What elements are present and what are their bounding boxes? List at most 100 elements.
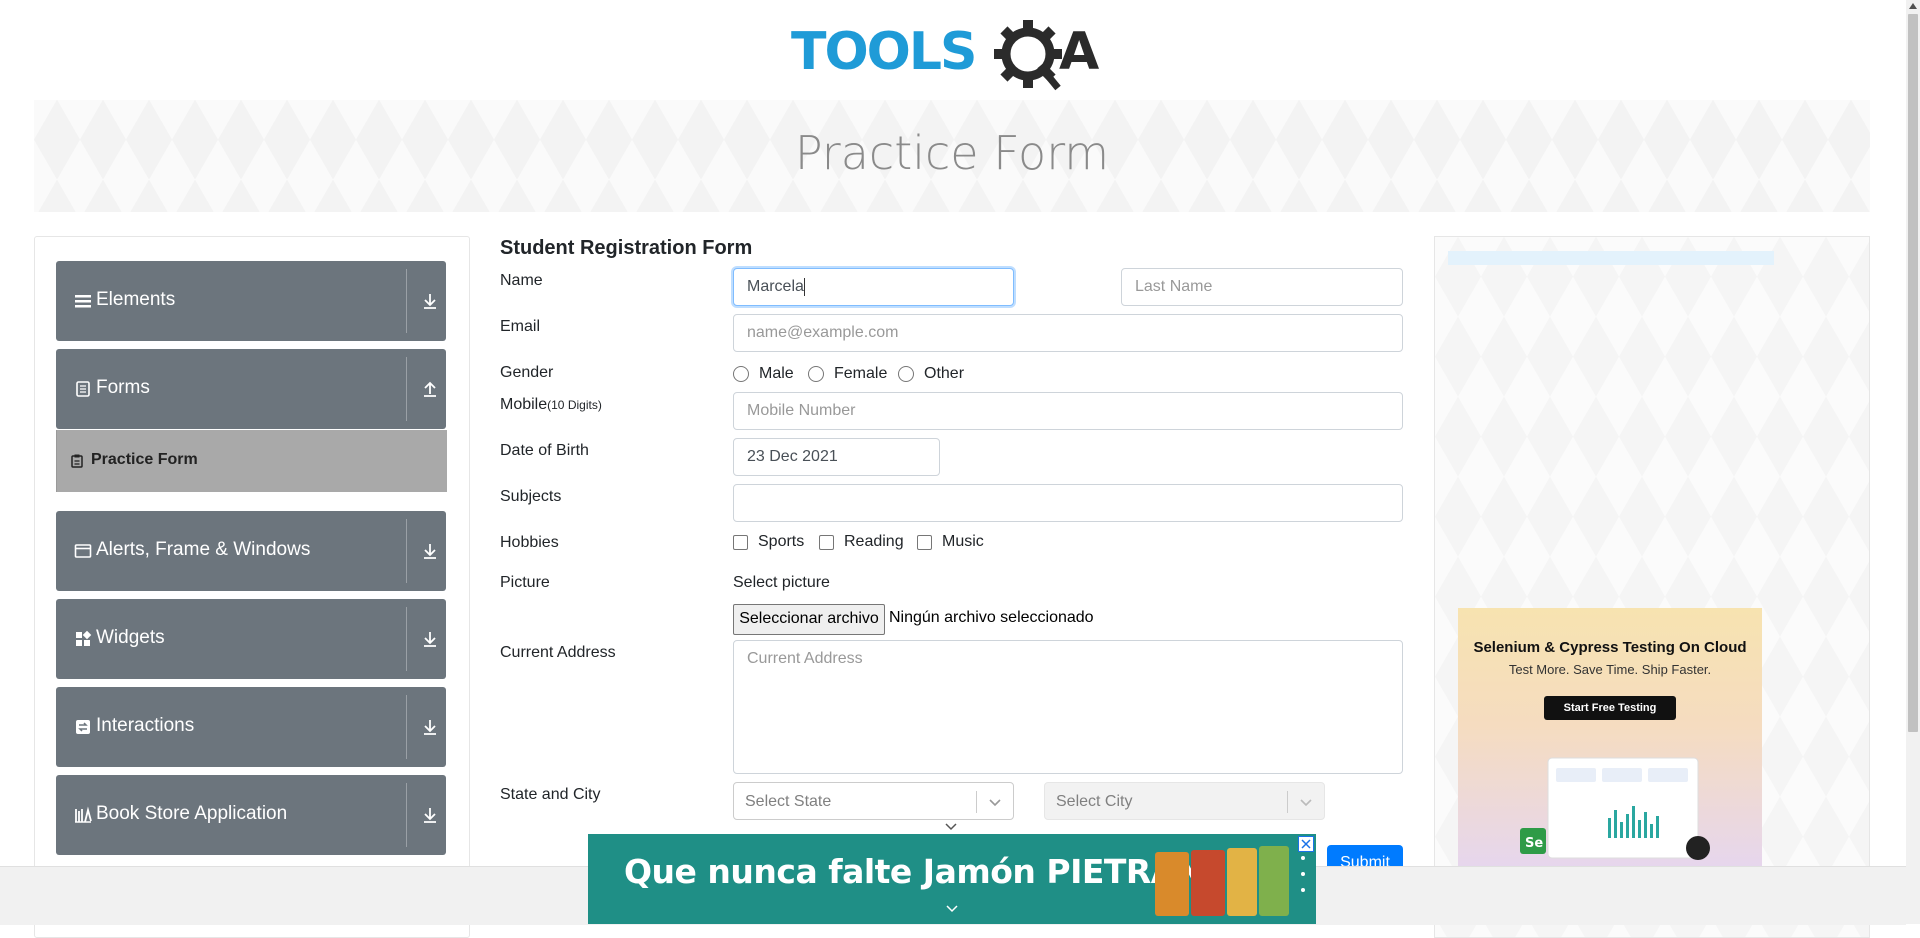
download-arrow-icon [424, 544, 436, 559]
divider [406, 783, 407, 847]
first-name-input[interactable]: Marcela [733, 268, 1014, 306]
chevron-down-icon[interactable] [944, 822, 958, 832]
form-title: Student Registration Form [500, 237, 753, 259]
sidebar-item-label: Practice Form [91, 451, 198, 468]
hobby-checkbox-sports[interactable]: Sports [733, 532, 804, 552]
gender-radio-male[interactable]: Male [733, 364, 794, 384]
select-divider [976, 791, 977, 813]
product-packages-image [1155, 846, 1289, 916]
download-arrow-icon [424, 808, 436, 823]
gender-radio-other[interactable]: Other [898, 364, 964, 384]
sidebar-group-forms[interactable]: Forms [56, 349, 446, 429]
chevron-down-icon [1300, 799, 1312, 807]
address-label: Current Address [500, 644, 616, 661]
promo-subtitle: Test More. Save Time. Ship Faster. [1508, 662, 1712, 677]
chevron-down-icon[interactable] [945, 904, 959, 914]
mobile-hint: (10 Digits) [547, 398, 602, 412]
sidebar-group-elements[interactable]: Elements [56, 261, 446, 341]
checkbox-label: Reading [844, 533, 904, 550]
file-status-text: Ningún archivo seleccionado [889, 609, 1094, 626]
widgets-icon [76, 630, 92, 646]
subjects-input[interactable] [733, 484, 1403, 522]
ad-options-icon[interactable] [1301, 856, 1305, 904]
radio-circle [808, 366, 824, 382]
email-input[interactable]: name@example.com [733, 314, 1403, 352]
promo-ad[interactable]: Selenium & Cypress Testing On Cloud Test… [1458, 608, 1762, 870]
select-picture-label: Select picture [733, 574, 830, 591]
checkbox-box [733, 534, 748, 550]
sidebar-group-alerts[interactable]: Alerts, Frame & Windows [56, 511, 446, 591]
sidebar-group-book-store[interactable]: Book Store Application [56, 775, 446, 855]
checkbox-label: Music [942, 533, 984, 550]
checkbox-label: Sports [758, 533, 805, 550]
dashboard-illustration: Se [1520, 757, 1710, 860]
download-arrow-icon [424, 720, 436, 735]
subjects-label: Subjects [500, 488, 562, 505]
bottom-banner-ad[interactable]: Que nunca falte Jamón PIETRÁN [588, 834, 1316, 924]
mobile-input[interactable]: Mobile Number [733, 392, 1403, 430]
mobile-label-text: Mobile [500, 396, 548, 413]
gender-label: Gender [500, 364, 554, 381]
checkbox-box [917, 534, 932, 550]
upload-arrow-icon [424, 381, 436, 397]
bottom-ad-text: Que nunca falte Jamón PIETRÁN [624, 852, 1203, 891]
clipboard-icon [71, 454, 83, 468]
last-name-input[interactable]: Last Name [1121, 268, 1403, 306]
promo-title: Selenium & Cypress Testing On Cloud [1473, 639, 1747, 656]
divider [406, 269, 407, 333]
email-label: Email [500, 318, 541, 335]
sidebar-group-label: Book Store Application [96, 803, 288, 824]
logo-graphic: TOOLS A [791, 20, 1099, 91]
sidebar-group-label: Alerts, Frame & Windows [96, 539, 311, 560]
text-cursor [803, 277, 805, 296]
first-name-value: Marcela [747, 278, 804, 295]
city-select[interactable]: Select City [1044, 782, 1325, 820]
sidebar: Elements Forms Practice Form Alerts, Fra… [34, 236, 470, 938]
current-address-textarea[interactable]: Current Address [733, 640, 1403, 774]
page-banner: Practice Form [34, 100, 1870, 212]
page-title: Practice Form [794, 126, 1110, 180]
download-arrow-icon [424, 632, 436, 647]
ad-close-icon[interactable] [1298, 836, 1314, 852]
gear-icon [994, 20, 1062, 91]
state-select[interactable]: Select State [733, 782, 1014, 820]
dob-label: Date of Birth [500, 442, 589, 459]
radio-circle [733, 366, 749, 382]
sidebar-group-interactions[interactable]: Interactions [56, 687, 446, 767]
sidebar-item-practice-form[interactable]: Practice Form [56, 430, 447, 492]
checkbox-box [819, 534, 834, 550]
name-label: Name [500, 272, 543, 289]
page-scrollbar[interactable] [1906, 0, 1920, 924]
gender-radio-female[interactable]: Female [808, 364, 887, 384]
hobby-checkbox-music[interactable]: Music [917, 532, 984, 552]
date-of-birth-input[interactable]: 23 Dec 2021 [733, 438, 940, 476]
logo-text-tools: TOOLS [791, 22, 975, 82]
svg-text:Se: Se [1525, 836, 1543, 851]
divider [406, 357, 407, 421]
radio-label: Female [834, 365, 888, 382]
promo-start-button[interactable]: Start Free Testing [1544, 696, 1676, 720]
toolsqa-logo[interactable]: TOOLS A [791, 14, 1115, 92]
scrollbar-thumb[interactable] [1908, 14, 1918, 732]
sidebar-group-label: Interactions [96, 715, 195, 736]
sidebar-group-label: Forms [96, 377, 150, 398]
hobby-checkbox-reading[interactable]: Reading [819, 532, 904, 552]
city-placeholder: Select City [1056, 793, 1133, 810]
choose-file-button[interactable]: Seleccionar archivo [733, 604, 885, 635]
divider [406, 607, 407, 671]
scroll-up-icon[interactable] [1909, 3, 1917, 9]
document-icon [76, 381, 90, 397]
mobile-label: Mobile(10 Digits) [500, 396, 602, 414]
sidebar-group-widgets[interactable]: Widgets [56, 599, 446, 679]
state-placeholder: Select State [745, 793, 832, 810]
divider [406, 695, 407, 759]
download-arrow-icon [424, 294, 436, 309]
sidebar-group-label: Elements [96, 289, 176, 310]
ad-placeholder-strip [1448, 251, 1774, 265]
window-icon [74, 544, 92, 558]
picture-label: Picture [500, 574, 550, 591]
state-city-label: State and City [500, 786, 601, 803]
book-icon [75, 806, 92, 823]
radio-circle [898, 366, 914, 382]
radio-label: Male [759, 365, 794, 382]
